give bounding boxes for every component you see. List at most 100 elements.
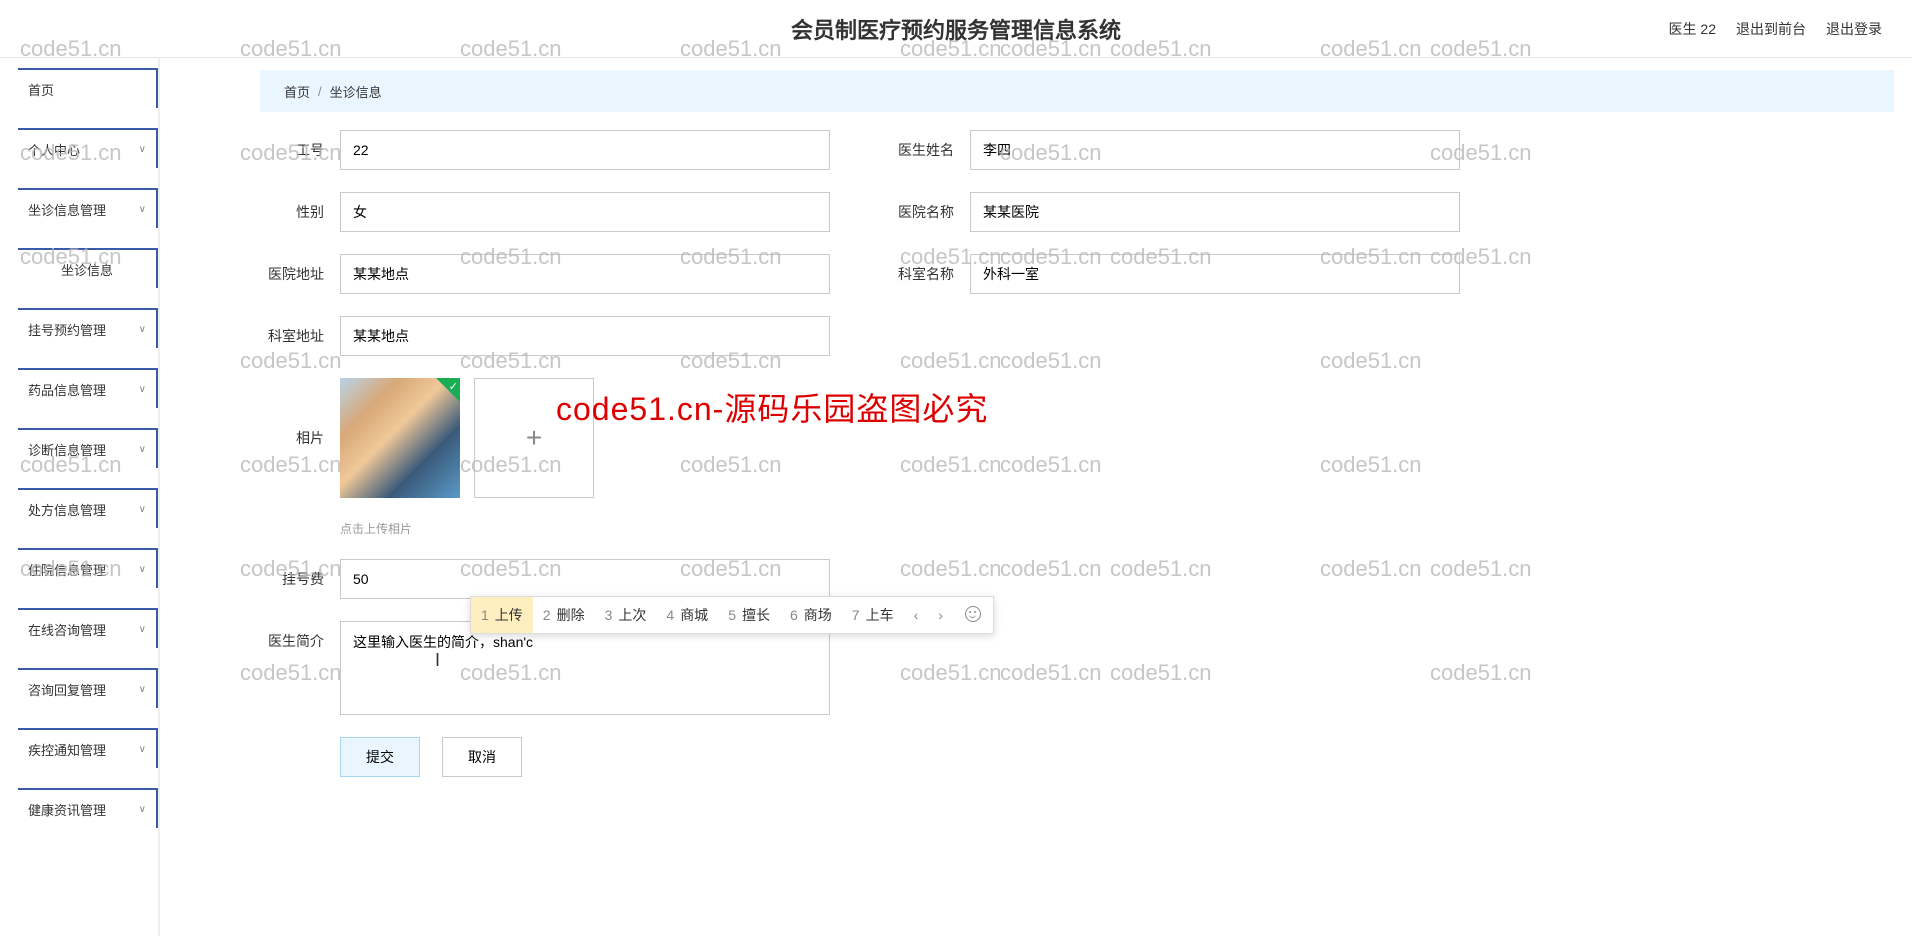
sidebar-item-label: 处方信息管理 bbox=[28, 500, 106, 519]
sidebar-item-3[interactable]: 坐诊信息 bbox=[18, 248, 158, 288]
sidebar-item-12[interactable]: 健康资讯管理 ∨ bbox=[18, 788, 158, 828]
input-hospital-addr[interactable] bbox=[340, 254, 830, 294]
input-reg-fee[interactable] bbox=[340, 559, 830, 599]
input-gender[interactable] bbox=[340, 192, 830, 232]
ime-num: 3 bbox=[605, 607, 613, 623]
label-hospital-name: 医院名称 bbox=[890, 202, 970, 222]
ime-next-button[interactable]: › bbox=[928, 607, 953, 623]
ime-text: 上车 bbox=[866, 605, 894, 625]
sidebar-item-8[interactable]: 住院信息管理 ∨ bbox=[18, 548, 158, 588]
sidebar-item-0[interactable]: 首页 bbox=[18, 68, 158, 108]
photo-hint: 点击上传相片 bbox=[340, 520, 1872, 537]
label-doctor-intro: 医生简介 bbox=[260, 621, 340, 651]
input-dept-addr[interactable] bbox=[340, 316, 830, 356]
photo-add-button[interactable]: + bbox=[474, 378, 594, 498]
ime-candidate-6[interactable]: 6 商场 bbox=[780, 597, 842, 633]
ime-candidate-5[interactable]: 5 擅长 bbox=[718, 597, 780, 633]
breadcrumb-sep: / bbox=[318, 84, 322, 99]
plus-icon: + bbox=[526, 422, 542, 454]
chevron-down-icon: ∨ bbox=[139, 204, 146, 215]
chevron-down-icon: ∨ bbox=[139, 744, 146, 755]
sidebar-item-2[interactable]: 坐诊信息管理 ∨ bbox=[18, 188, 158, 228]
sidebar-item-10[interactable]: 咨询回复管理 ∨ bbox=[18, 668, 158, 708]
ime-text: 商场 bbox=[804, 605, 832, 625]
button-row: 提交 取消 bbox=[340, 737, 1872, 777]
ime-text: 删除 bbox=[557, 605, 585, 625]
ime-num: 2 bbox=[543, 607, 551, 623]
label-reg-fee: 挂号费 bbox=[260, 569, 340, 589]
smile-icon bbox=[965, 606, 981, 622]
ime-num: 7 bbox=[852, 607, 860, 623]
form-area: 工号 医生姓名 性别 医院名称 bbox=[170, 130, 1912, 797]
ime-num: 6 bbox=[790, 607, 798, 623]
sidebar-item-7[interactable]: 处方信息管理 ∨ bbox=[18, 488, 158, 528]
sidebar-item-11[interactable]: 疾控通知管理∨ bbox=[18, 728, 158, 768]
sidebar-item-label: 药品信息管理 bbox=[28, 380, 106, 399]
photo-thumbnail[interactable] bbox=[340, 378, 460, 498]
logout-link[interactable]: 退出登录 bbox=[1826, 19, 1882, 39]
label-gender: 性别 bbox=[260, 202, 340, 222]
sidebar-item-label: 个人中心 bbox=[28, 140, 80, 159]
ime-candidate-3[interactable]: 3 上次 bbox=[595, 597, 657, 633]
header-actions: 医生 22 退出到前台 退出登录 bbox=[1669, 19, 1882, 39]
ime-candidate-1[interactable]: 1 上传 bbox=[471, 597, 533, 633]
input-emp-id[interactable] bbox=[340, 130, 830, 170]
textarea-doctor-intro[interactable]: 这里输入医生的简介，shan'c bbox=[340, 621, 830, 715]
sidebar-item-label: 健康资讯管理 bbox=[28, 800, 106, 819]
ime-candidate-2[interactable]: 2 删除 bbox=[533, 597, 595, 633]
chevron-down-icon: ∨ bbox=[139, 144, 146, 155]
current-user[interactable]: 医生 22 bbox=[1669, 19, 1716, 39]
sidebar-item-label: 坐诊信息管理 bbox=[28, 200, 106, 219]
label-photo: 相片 bbox=[260, 378, 340, 448]
sidebar-item-label: 挂号预约管理 bbox=[28, 320, 106, 339]
back-to-front-link[interactable]: 退出到前台 bbox=[1736, 19, 1806, 39]
sidebar-item-label: 咨询回复管理 bbox=[28, 680, 106, 699]
input-dept-name[interactable] bbox=[970, 254, 1460, 294]
photo-area: + bbox=[340, 378, 594, 498]
ime-candidate-4[interactable]: 4商城 bbox=[656, 597, 718, 633]
sidebar-item-label: 诊断信息管理 bbox=[28, 440, 106, 459]
sidebar-item-5[interactable]: 药品信息管理∨ bbox=[18, 368, 158, 408]
label-hospital-addr: 医院地址 bbox=[260, 264, 340, 284]
chevron-down-icon: ∨ bbox=[139, 324, 146, 335]
ime-prev-button[interactable]: ‹ bbox=[904, 607, 929, 623]
ime-candidate-7[interactable]: 7 上车 bbox=[842, 597, 904, 633]
app-title: 会员制医疗预约服务管理信息系统 bbox=[791, 13, 1121, 45]
sidebar-item-label: 首页 bbox=[28, 80, 54, 99]
layout: 首页个人中心∨坐诊信息管理∨坐诊信息挂号预约管理∨药品信息管理∨诊断信息管理∨处… bbox=[0, 58, 1912, 936]
ime-num: 4 bbox=[666, 607, 674, 623]
chevron-down-icon: ∨ bbox=[139, 684, 146, 695]
chevron-down-icon: ∨ bbox=[139, 504, 146, 515]
submit-button[interactable]: 提交 bbox=[340, 737, 420, 777]
sidebar-item-1[interactable]: 个人中心 ∨ bbox=[18, 128, 158, 168]
ime-num: 1 bbox=[481, 607, 489, 623]
ime-text: 上传 bbox=[495, 605, 523, 625]
header: 会员制医疗预约服务管理信息系统 医生 22 退出到前台 退出登录 bbox=[0, 0, 1912, 58]
ime-candidate-bar: 1 上传 2 删除 3 上次 4商城 5 擅长 6 商场 7 上车 ‹› bbox=[470, 596, 994, 634]
input-hospital-name[interactable] bbox=[970, 192, 1460, 232]
sidebar-item-6[interactable]: 诊断信息管理 ∨ bbox=[18, 428, 158, 468]
check-icon bbox=[436, 378, 460, 402]
ime-emoji-button[interactable] bbox=[953, 606, 993, 625]
breadcrumb: 首页 / 坐诊信息 bbox=[260, 70, 1894, 112]
label-doctor-name: 医生姓名 bbox=[890, 140, 970, 160]
input-doctor-name[interactable] bbox=[970, 130, 1460, 170]
sidebar-item-label: 坐诊信息 bbox=[61, 260, 113, 279]
sidebar-item-label: 住院信息管理 bbox=[28, 560, 106, 579]
chevron-down-icon: ∨ bbox=[139, 564, 146, 575]
sidebar-item-9[interactable]: 在线咨询管理∨ bbox=[18, 608, 158, 648]
breadcrumb-current: 坐诊信息 bbox=[330, 82, 382, 101]
ime-num: 5 bbox=[728, 607, 736, 623]
ime-text: 擅长 bbox=[742, 605, 770, 625]
sidebar-divider bbox=[158, 58, 160, 936]
sidebar: 首页个人中心∨坐诊信息管理∨坐诊信息挂号预约管理∨药品信息管理∨诊断信息管理∨处… bbox=[0, 58, 170, 936]
chevron-down-icon: ∨ bbox=[139, 624, 146, 635]
breadcrumb-home[interactable]: 首页 bbox=[284, 82, 310, 101]
ime-text: 上次 bbox=[618, 605, 646, 625]
chevron-down-icon: ∨ bbox=[139, 444, 146, 455]
label-emp-id: 工号 bbox=[260, 140, 340, 160]
sidebar-item-4[interactable]: 挂号预约管理 ∨ bbox=[18, 308, 158, 348]
cancel-button[interactable]: 取消 bbox=[442, 737, 522, 777]
main-content: 首页 / 坐诊信息 工号 医生姓名 性别 bbox=[170, 58, 1912, 936]
chevron-down-icon: ∨ bbox=[139, 804, 146, 815]
